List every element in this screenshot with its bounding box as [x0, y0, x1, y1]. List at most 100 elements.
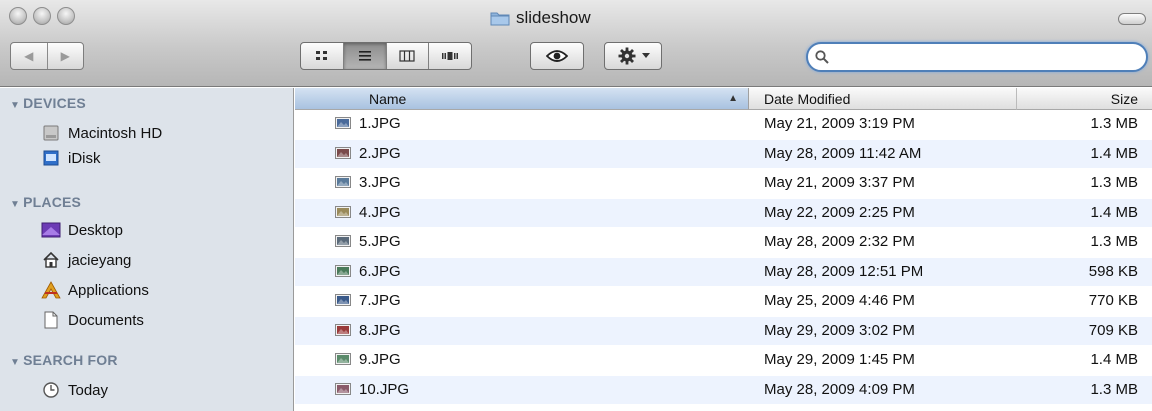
documents-icon: [40, 310, 62, 330]
sidebar-section-devices[interactable]: ▼ DEVICES: [10, 95, 86, 111]
sidebar: ▼ DEVICES Macintosh HD iDisk ▼ PLACES Desk…: [0, 88, 294, 411]
toolbar-toggle-button[interactable]: [1118, 13, 1146, 25]
back-arrow-icon: ◀: [24, 49, 34, 63]
file-date-modified: May 28, 2009 4:09 PM: [764, 380, 915, 398]
sidebar-item-documents[interactable]: Documents: [40, 308, 144, 332]
file-date-modified: May 28, 2009 2:32 PM: [764, 233, 915, 250]
table-row[interactable]: 1.JPG May 21, 2009 3:19 PM 1.3 MB: [295, 110, 1152, 138]
window-toolbar: slideshow ◀ ▶: [0, 0, 1152, 87]
jpeg-file-icon: [335, 352, 351, 366]
file-size: 1.3 MB: [1090, 380, 1138, 398]
file-name: 1.JPG: [359, 115, 401, 132]
quick-look-button[interactable]: [530, 42, 584, 70]
table-row[interactable]: 5.JPG May 28, 2009 2:32 PM 1.3 MB: [295, 228, 1152, 256]
cover-flow-view-button[interactable]: [428, 43, 471, 69]
file-size: 1.3 MB: [1090, 174, 1138, 191]
sidebar-item-today[interactable]: Today: [40, 378, 108, 402]
forward-arrow-icon: ▶: [60, 49, 70, 63]
file-name: 7.JPG: [359, 292, 401, 309]
jpeg-file-icon: [335, 175, 351, 189]
file-name: 4.JPG: [359, 203, 401, 221]
file-size: 770 KB: [1088, 292, 1138, 309]
cover-flow-icon: [442, 52, 459, 60]
search-input[interactable]: [833, 48, 1123, 66]
file-size: 709 KB: [1088, 321, 1138, 339]
home-icon: [40, 250, 62, 270]
sort-ascending-icon: ▲: [728, 93, 738, 104]
table-row[interactable]: 4.JPG May 22, 2009 2:25 PM 1.4 MB: [295, 198, 1152, 227]
sidebar-item-macintosh-hd[interactable]: Macintosh HD: [40, 121, 162, 145]
disclosure-triangle-icon: ▼: [10, 100, 21, 111]
jpeg-file-icon: [335, 264, 351, 278]
disclosure-triangle-icon: ▼: [10, 199, 21, 210]
zoom-window-button[interactable]: [57, 7, 75, 25]
hard-drive-icon: [40, 123, 62, 143]
table-row[interactable]: 3.JPG May 21, 2009 3:37 PM 1.3 MB: [295, 169, 1152, 197]
magnifier-icon: [815, 50, 829, 64]
search-field[interactable]: [806, 42, 1148, 72]
jpeg-file-icon: [335, 205, 351, 219]
minimize-window-button[interactable]: [33, 7, 51, 25]
file-name: 8.JPG: [359, 321, 401, 339]
forward-button[interactable]: ▶: [46, 43, 84, 69]
table-row[interactable]: 8.JPG May 29, 2009 3:02 PM 709 KB: [295, 316, 1152, 345]
back-forward-control: ◀ ▶: [10, 42, 84, 70]
file-list: Name ▲ Date Modified Size 1.JPG May 21, 2…: [295, 88, 1152, 411]
file-size: 598 KB: [1088, 262, 1138, 280]
action-menu-button[interactable]: [604, 42, 662, 70]
back-button[interactable]: ◀: [11, 43, 47, 69]
column-header-name[interactable]: Name ▲: [295, 88, 749, 110]
table-row[interactable]: 10.JPG May 28, 2009 4:09 PM 1.3 MB: [295, 375, 1152, 404]
table-row[interactable]: 6.JPG May 28, 2009 12:51 PM 598 KB: [295, 257, 1152, 286]
table-row[interactable]: 7.JPG May 25, 2009 4:46 PM 770 KB: [295, 287, 1152, 315]
column-view-icon: [399, 50, 415, 62]
jpeg-file-icon: [335, 382, 351, 396]
file-name: 9.JPG: [359, 351, 401, 368]
column-view-button[interactable]: [385, 43, 429, 69]
jpeg-file-icon: [335, 293, 351, 307]
jpeg-file-icon: [335, 116, 351, 130]
column-header-date-modified[interactable]: Date Modified: [749, 88, 1017, 110]
file-date-modified: May 28, 2009 11:42 AM: [764, 144, 922, 162]
file-size: 1.4 MB: [1090, 351, 1138, 368]
table-row[interactable]: 9.JPG May 29, 2009 1:45 PM 1.4 MB: [295, 346, 1152, 374]
window-title: slideshow: [490, 7, 591, 29]
sidebar-item-idisk[interactable]: iDisk: [40, 146, 101, 170]
file-date-modified: May 22, 2009 2:25 PM: [764, 203, 915, 221]
sidebar-item-desktop[interactable]: Desktop: [40, 218, 123, 242]
eye-icon: [546, 50, 568, 62]
file-name: 10.JPG: [359, 380, 410, 398]
file-size: 1.3 MB: [1090, 233, 1138, 250]
column-header-size[interactable]: Size: [1017, 88, 1152, 110]
file-date-modified: May 29, 2009 1:45 PM: [764, 351, 915, 368]
table-row[interactable]: 2.JPG May 28, 2009 11:42 AM 1.4 MB: [295, 139, 1152, 168]
file-name: 3.JPG: [359, 174, 401, 191]
list-view-button[interactable]: [342, 43, 386, 69]
file-date-modified: May 21, 2009 3:19 PM: [764, 115, 915, 132]
icon-view-icon: [315, 51, 327, 60]
sidebar-section-places[interactable]: ▼ PLACES: [10, 194, 81, 210]
icon-view-button[interactable]: [301, 43, 343, 69]
sidebar-item-applications[interactable]: Applications: [40, 278, 149, 302]
disclosure-triangle-icon: ▼: [10, 357, 21, 368]
folder-icon: [490, 10, 510, 26]
gear-icon: [618, 47, 635, 65]
chevron-down-icon: [641, 53, 650, 58]
desktop-icon: [40, 220, 62, 240]
file-size: 1.4 MB: [1090, 203, 1138, 221]
sidebar-item-home[interactable]: jacieyang: [40, 248, 131, 272]
list-view-icon: [358, 51, 371, 61]
file-name: 6.JPG: [359, 262, 401, 280]
clock-icon: [40, 380, 62, 400]
file-date-modified: May 21, 2009 3:37 PM: [764, 174, 915, 191]
jpeg-file-icon: [335, 323, 351, 337]
window-title-text: slideshow: [516, 8, 591, 27]
sidebar-section-search-for[interactable]: ▼ SEARCH FOR: [10, 352, 118, 368]
idisk-icon: [40, 148, 62, 168]
close-window-button[interactable]: [9, 7, 27, 25]
applications-icon: [40, 280, 62, 300]
jpeg-file-icon: [335, 146, 351, 160]
jpeg-file-icon: [335, 234, 351, 248]
file-date-modified: May 25, 2009 4:46 PM: [764, 292, 915, 309]
file-size: 1.4 MB: [1090, 144, 1138, 162]
